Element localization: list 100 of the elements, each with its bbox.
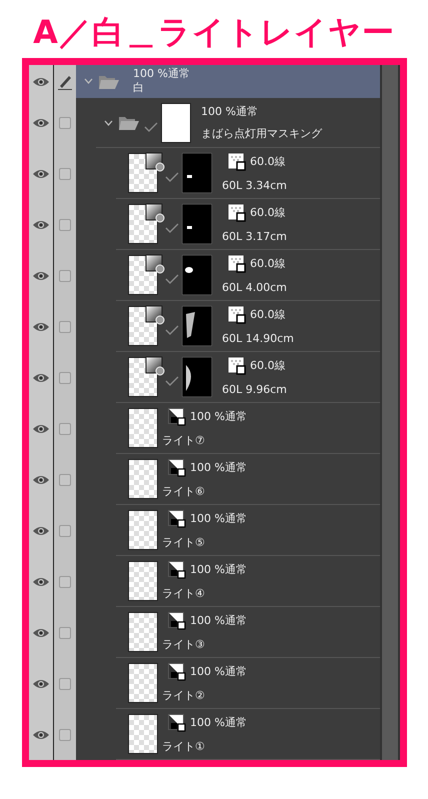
layer-name: 60L 9.96cm [222,383,287,397]
checkbox[interactable] [59,678,71,690]
checkbox[interactable] [59,422,71,434]
eye-icon[interactable] [33,526,49,536]
layer-name: 60L 14.90cm [222,332,294,346]
layer-row[interactable]: 100 %通常 ライト① [76,709,380,760]
layer-blend-info: 100 %通常 [190,614,247,628]
checkbox[interactable] [59,524,71,536]
chevron-icon[interactable] [84,78,93,84]
check-icon [165,223,179,233]
layer-row[interactable]: 60.0線 60L 9.96cm [76,352,380,403]
tone-gradient-icon [145,305,165,325]
raster-layer-icon [168,612,186,630]
layer-thumbnail [128,612,158,652]
check-icon [165,274,179,284]
checkbox[interactable] [59,320,71,332]
raster-layer-icon [168,408,186,426]
checkbox[interactable] [59,270,71,282]
raster-layer-icon [168,510,186,528]
checkbox[interactable] [59,474,71,486]
layer-row[interactable]: 60.0線 60L 3.17cm [76,199,380,250]
tone-gradient-icon [145,254,165,274]
eye-icon[interactable] [33,322,49,332]
layer-name: 60L 3.34cm [222,179,287,193]
check-icon [165,325,179,335]
checkbox[interactable] [59,728,71,740]
layer-row[interactable]: 60.0線 60L 4.00cm [76,250,380,301]
checkbox[interactable] [59,372,71,384]
scrollbar[interactable] [380,65,400,760]
tone-layer-icon [228,204,246,222]
check-icon [165,172,179,182]
eye-icon[interactable] [33,474,49,484]
mask-thumbnail [182,255,212,295]
layer-thumbnail [128,663,158,703]
eye-icon[interactable] [33,576,49,586]
eye-icon[interactable] [33,270,49,280]
layer-thumbnail [128,459,158,499]
mask-thumbnail [182,153,212,193]
eye-icon[interactable] [33,76,49,86]
layer-name: ライト⑤ [162,536,206,550]
layer-name: まばら点灯用マスキング [201,126,322,140]
folder-icon [119,115,139,130]
layer-row[interactable]: 100 %通常 ライト④ [76,556,380,607]
eye-icon[interactable] [33,220,49,230]
raster-layer-icon [168,714,186,732]
eye-icon[interactable] [33,372,49,382]
layer-blend-info: 100 %通常 [190,563,247,577]
eye-icon[interactable] [33,628,49,638]
layer-row[interactable]: 100 %通常 ライト③ [76,607,380,658]
checkbox[interactable] [59,117,71,129]
layer-name: 60L 4.00cm [222,281,287,295]
layer-name: ライト① [162,740,206,754]
raster-layer-icon [168,561,186,579]
layer-row[interactable]: 100 %通常 白 [76,65,380,98]
raster-layer-icon [168,459,186,477]
tone-gradient-icon [145,203,165,223]
layer-row[interactable]: 100 %通常 ライト⑦ [76,403,380,454]
tone-layer-icon [228,306,246,324]
layer-blend-info: 60.0線 [250,308,286,322]
checkbox[interactable] [59,168,71,180]
pen-icon[interactable] [57,74,73,90]
layer-name: ライト⑥ [162,485,206,499]
layer-name: 白 [133,81,145,95]
tone-layer-icon [228,357,246,375]
layer-thumbnail [128,714,158,754]
chevron-icon[interactable] [104,120,113,126]
layer-name: ライト④ [162,587,206,601]
raster-layer-icon [168,663,186,681]
layer-thumbnail [128,408,158,448]
eye-icon[interactable] [33,424,49,434]
layer-thumbnail [128,510,158,550]
layer-blend-info: 60.0線 [250,257,286,271]
layer-row[interactable]: 100 %通常 ライト② [76,658,380,709]
layer-row[interactable]: 60.0線 60L 3.34cm [76,148,380,199]
eye-icon[interactable] [33,168,49,178]
layer-name: ライト② [162,689,206,703]
checkbox[interactable] [59,626,71,638]
layer-name: ライト③ [162,638,206,652]
tone-layer-icon [228,255,246,273]
layer-row[interactable]: 100 %通常 まばら点灯用マスキング [76,98,380,148]
mask-thumbnail [182,306,212,346]
layer-name: 60L 3.17cm [222,230,287,244]
tone-gradient-icon [145,152,165,172]
layer-row[interactable]: 100 %通常 ライト⑤ [76,505,380,556]
layer-blend-info: 100 %通常 [190,665,247,679]
eye-icon[interactable] [33,730,49,740]
checkbox[interactable] [59,576,71,588]
layer-row[interactable]: 60.0線 60L 14.90cm [76,301,380,352]
eye-icon[interactable] [33,118,49,128]
mask-thumbnail [182,357,212,397]
tone-layer-icon [228,153,246,171]
checkbox[interactable] [59,218,71,230]
layer-blend-info: 100 %通常 [201,104,258,118]
layer-row[interactable]: 100 %通常 ライト⑥ [76,454,380,505]
eye-icon[interactable] [33,678,49,688]
layer-blend-info: 100 %通常 [133,67,190,81]
mask-thumbnail [161,102,191,142]
layer-blend-info: 100 %通常 [190,512,247,526]
layer-blend-info: 100 %通常 [190,461,247,475]
layer-thumbnail [128,561,158,601]
